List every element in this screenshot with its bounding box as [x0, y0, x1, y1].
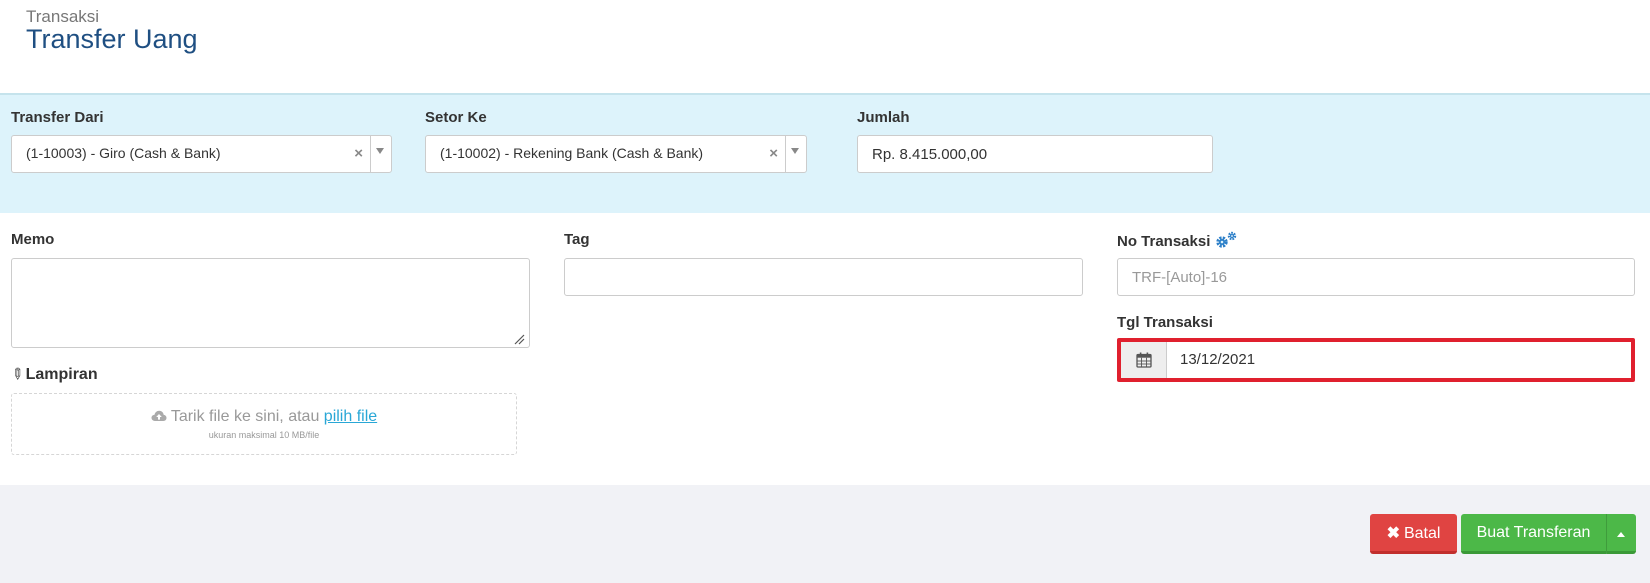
detail-panel: Memo ✎Lampiran Tarik file ke sini, atau …	[0, 213, 1650, 485]
tag-input[interactable]	[564, 258, 1083, 296]
transfer-from-label: Transfer Dari	[11, 109, 104, 126]
select-divider	[785, 136, 786, 172]
cancel-button[interactable]: ✖ Batal	[1370, 514, 1457, 554]
transaction-date-field[interactable]: 13/12/2021	[1117, 338, 1635, 382]
resize-grip-icon[interactable]	[513, 333, 525, 345]
page-header: Transaksi Transfer Uang	[0, 0, 1650, 95]
transaction-date-label: Tgl Transaksi	[1117, 314, 1213, 331]
tag-label: Tag	[564, 231, 590, 248]
amount-input[interactable]	[857, 135, 1213, 173]
file-dropzone[interactable]: Tarik file ke sini, atau pilih file ukur…	[11, 393, 517, 455]
transfer-panel: Transfer Dari (1-10003) - Giro (Cash & B…	[0, 95, 1650, 213]
transaction-no-label: No Transaksi	[1117, 231, 1240, 250]
select-divider	[370, 136, 371, 172]
caret-up-icon	[1617, 532, 1625, 537]
choose-file-link[interactable]: pilih file	[324, 408, 377, 425]
chevron-down-icon[interactable]	[791, 148, 799, 154]
transaction-date-value[interactable]: 13/12/2021	[1180, 351, 1255, 368]
deposit-to-select[interactable]: (1-10002) - Rekening Bank (Cash & Bank) …	[425, 135, 807, 173]
deposit-to-label: Setor Ke	[425, 109, 487, 126]
cloud-upload-icon	[151, 410, 167, 421]
create-transfer-dropdown-button[interactable]	[1606, 514, 1636, 554]
gear-icon[interactable]	[1214, 231, 1240, 249]
calendar-button[interactable]	[1121, 342, 1167, 378]
page-title: Transfer Uang	[26, 24, 198, 54]
cancel-button-label: Batal	[1403, 524, 1441, 542]
clear-icon[interactable]: ×	[769, 145, 778, 162]
deposit-to-value: (1-10002) - Rekening Bank (Cash & Bank)	[440, 145, 704, 161]
attachment-label: ✎Lampiran	[6, 364, 98, 385]
close-icon: ✖	[1386, 524, 1400, 542]
transfer-from-value: (1-10003) - Giro (Cash & Bank)	[26, 145, 221, 161]
transaction-no-label-text: No Transaksi	[1117, 233, 1211, 250]
memo-textarea[interactable]	[11, 258, 530, 348]
action-bar: ✖ Batal Buat Transferan	[0, 485, 1650, 583]
transaction-no-input[interactable]	[1117, 258, 1635, 296]
chevron-down-icon[interactable]	[376, 148, 384, 154]
transfer-from-select[interactable]: (1-10003) - Giro (Cash & Bank) ×	[11, 135, 392, 173]
dropzone-size-hint: ukuran maksimal 10 MB/file	[208, 430, 320, 440]
dropzone-prompt: Tarik file ke sini, atau	[170, 408, 320, 425]
memo-label: Memo	[11, 231, 55, 248]
create-transfer-button[interactable]: Buat Transferan	[1461, 514, 1606, 554]
calendar-icon	[1136, 352, 1152, 368]
clear-icon[interactable]: ×	[354, 145, 363, 162]
dropzone-text: Tarik file ke sini, atau pilih file	[12, 408, 516, 426]
attachment-label-text: Lampiran	[25, 366, 98, 383]
amount-label: Jumlah	[857, 109, 910, 126]
